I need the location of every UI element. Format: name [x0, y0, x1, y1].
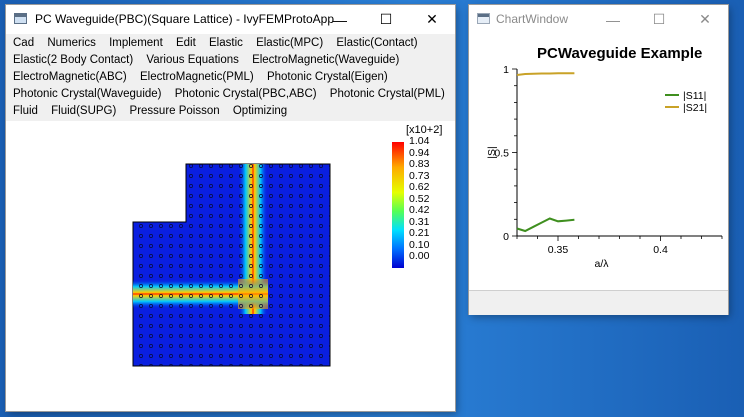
menu-item-fluid-supg[interactable]: Fluid(SUPG)	[51, 105, 116, 117]
colorbar-tick: 0.62	[409, 181, 430, 193]
menu-row-3: ElectroMagnetic(ABC) ElectroMagnetic(PML…	[13, 71, 398, 83]
maximize-icon: ☐	[652, 11, 666, 27]
menu-item-elastic-contact[interactable]: Elastic(Contact)	[336, 37, 417, 49]
menu-item-elastic[interactable]: Elastic	[209, 37, 243, 49]
maximize-icon: ☐	[379, 11, 393, 27]
chart-series	[516, 72, 575, 233]
close-icon: ✕	[426, 11, 438, 27]
colorbar-tick: 0.83	[409, 158, 430, 170]
menu-item-various-equations[interactable]: Various Equations	[146, 54, 238, 66]
menu-item-implement[interactable]: Implement	[109, 37, 163, 49]
y-axis-label: |S|	[486, 146, 498, 158]
x-tick-label: 0.35	[548, 244, 569, 256]
menu-row-1: Cad Numerics Implement Edit Elastic Elas…	[13, 37, 428, 49]
colorbar-ticks: 1.04 0.94 0.83 0.73 0.62 0.52 0.42 0.31 …	[409, 135, 430, 263]
menu-item-cad[interactable]: Cad	[13, 37, 34, 49]
menu-item-edit[interactable]: Edit	[176, 37, 196, 49]
minimize-icon: —	[333, 11, 347, 28]
app-window-icon	[14, 13, 27, 24]
menu-item-numerics[interactable]: Numerics	[47, 37, 96, 49]
main-menubar: Cad Numerics Implement Edit Elastic Elas…	[6, 34, 455, 121]
close-icon: ✕	[699, 11, 711, 27]
menu-item-pc-eigen[interactable]: Photonic Crystal(Eigen)	[267, 71, 388, 83]
s-parameter-chart: PCWaveguide Example 0.35 0.410.50a/λ|S| |…	[486, 45, 723, 270]
chart-minimize-button[interactable]: —	[590, 5, 636, 34]
main-minimize-button[interactable]: —	[317, 5, 363, 34]
colorbar-tick: 1.04	[409, 135, 430, 147]
chart-window-title: ChartWindow	[496, 12, 569, 26]
chart-title: PCWaveguide Example	[537, 45, 702, 62]
menu-item-pc-pbc-abc[interactable]: Photonic Crystal(PBC,ABC)	[175, 88, 317, 100]
series-line-1	[516, 217, 575, 233]
field-plot	[132, 142, 404, 367]
colorbar-tick: 0.42	[409, 204, 430, 216]
menu-item-optimizing[interactable]: Optimizing	[233, 105, 287, 117]
menu-item-em-pml[interactable]: ElectroMagnetic(PML)	[140, 71, 254, 83]
main-window-title: PC Waveguide(PBC)(Square Lattice) - IvyF…	[35, 12, 334, 26]
menu-item-pc-pml[interactable]: Photonic Crystal(PML)	[330, 88, 445, 100]
main-titlebar[interactable]: PC Waveguide(PBC)(Square Lattice) - IvyF…	[6, 5, 455, 34]
menu-item-fluid[interactable]: Fluid	[13, 105, 38, 117]
series-line-2	[516, 72, 575, 76]
y-tick-label: 1	[503, 64, 509, 76]
chart-status-bar	[469, 290, 728, 315]
menu-item-em-abc[interactable]: ElectroMagnetic(ABC)	[13, 71, 127, 83]
menu-item-elastic-2-body-contact[interactable]: Elastic(2 Body Contact)	[13, 54, 133, 66]
chart-window-icon	[477, 13, 490, 24]
menu-item-pressure-poisson[interactable]: Pressure Poisson	[130, 105, 220, 117]
colorbar-tick: 0.00	[409, 250, 430, 262]
colorbar-tick: 0.21	[409, 227, 430, 239]
minimize-icon: —	[606, 11, 620, 28]
menu-item-pc-waveguide[interactable]: Photonic Crystal(Waveguide)	[13, 88, 162, 100]
legend-label: |S11|	[683, 90, 706, 102]
menu-row-5: Fluid Fluid(SUPG) Pressure Poisson Optim…	[13, 105, 297, 117]
main-close-button[interactable]: ✕	[409, 5, 455, 34]
main-window: PC Waveguide(PBC)(Square Lattice) - IvyF…	[6, 5, 455, 411]
x-tick-label: 0.4	[653, 244, 668, 256]
menu-item-em-waveguide[interactable]: ElectroMagnetic(Waveguide)	[252, 54, 399, 66]
colorbar	[392, 142, 404, 268]
x-axis-label: a/λ	[594, 258, 609, 270]
legend-label: |S21|	[683, 102, 707, 114]
fem-view-canvas[interactable]: [x10+2] 1.04 0.94 0.83 0.73 0.62 0.52 0.…	[6, 121, 455, 411]
chart-legend: |S11||S21|	[665, 90, 707, 114]
chart-close-button[interactable]: ✕	[682, 5, 728, 34]
chart-area[interactable]: PCWaveguide Example 0.35 0.4 1 0.5 0 a/λ |S| |…	[469, 34, 728, 290]
y-tick-label: 0	[503, 231, 509, 243]
chart-titlebar[interactable]: ChartWindow — ☐ ✕	[469, 5, 728, 34]
menu-item-elastic-mpc[interactable]: Elastic(MPC)	[256, 37, 323, 49]
menu-row-4: Photonic Crystal(Waveguide) Photonic Cry…	[13, 88, 455, 100]
main-maximize-button[interactable]: ☐	[363, 5, 409, 34]
menu-row-2: Elastic(2 Body Contact) Various Equation…	[13, 54, 409, 66]
chart-maximize-button[interactable]: ☐	[636, 5, 682, 34]
chart-window: ChartWindow — ☐ ✕ PCWaveguide Example 0.…	[469, 5, 728, 315]
